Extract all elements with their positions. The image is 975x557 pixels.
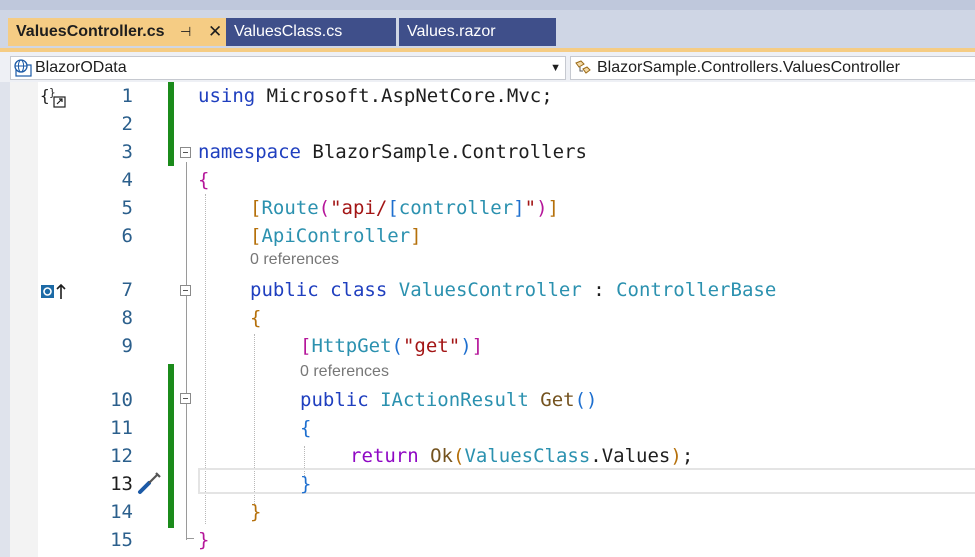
line-number: 12 bbox=[110, 445, 133, 467]
line-number: 8 bbox=[121, 307, 133, 329]
code-line[interactable]: 1 using Microsoft.AspNetCore.Mvc; bbox=[0, 82, 975, 110]
code-line[interactable]: 9 [HttpGet("get")] bbox=[0, 332, 975, 360]
line-number: 11 bbox=[110, 417, 133, 439]
navigation-bar: BlazorOData ▼ BlazorSample.Controllers.V… bbox=[0, 48, 975, 82]
code-line[interactable]: 11 { bbox=[0, 414, 975, 442]
code-line[interactable]: 8 { bbox=[0, 304, 975, 332]
code-text: public IActionResult Get() bbox=[300, 389, 598, 411]
code-text: [HttpGet("get")] bbox=[300, 335, 484, 357]
code-editor[interactable]: { } 1 using Microsoft.AspNetCore.Mvc; 2 … bbox=[0, 82, 975, 557]
pin-icon[interactable]: ⊣ bbox=[180, 18, 191, 46]
class-icon bbox=[575, 60, 591, 74]
type-dropdown[interactable]: BlazorSample.Controllers.ValuesControlle… bbox=[570, 56, 975, 80]
code-line-current[interactable]: 13 } bbox=[0, 470, 975, 498]
code-line[interactable]: 5 [Route("api/[controller]")] bbox=[0, 194, 975, 222]
code-lens[interactable]: 0 references bbox=[0, 248, 975, 272]
code-text: [Route("api/[controller]")] bbox=[250, 197, 559, 219]
line-number: 7 bbox=[121, 279, 133, 301]
code-line[interactable]: 2 bbox=[0, 110, 975, 138]
code-line[interactable]: 3 namespace BlazorSample.Controllers bbox=[0, 138, 975, 166]
line-number: 14 bbox=[110, 501, 133, 523]
code-text: { bbox=[198, 169, 210, 191]
line-number: 9 bbox=[121, 335, 133, 357]
line-number: 10 bbox=[110, 389, 133, 411]
line-number: 4 bbox=[121, 169, 133, 191]
line-number: 15 bbox=[110, 529, 133, 551]
project-dropdown[interactable]: BlazorOData ▼ bbox=[10, 56, 566, 80]
code-line[interactable]: 7 public class ValuesController : Contro… bbox=[0, 276, 975, 304]
code-text: using Microsoft.AspNetCore.Mvc; bbox=[198, 85, 553, 107]
code-text: return Ok(ValuesClass.Values); bbox=[350, 445, 694, 467]
globe-icon bbox=[14, 59, 32, 77]
document-tab-strip: ValuesController.cs ⊣ ✕ ValuesClass.cs V… bbox=[0, 0, 975, 48]
tab-values-razor[interactable]: Values.razor bbox=[399, 18, 556, 46]
code-line[interactable]: 10 public IActionResult Get() bbox=[0, 386, 975, 414]
code-text: [ApiController] bbox=[250, 225, 422, 247]
tab-values-controller[interactable]: ValuesController.cs ⊣ ✕ bbox=[8, 18, 226, 46]
tab-strip-top-border bbox=[0, 0, 975, 10]
code-text: namespace BlazorSample.Controllers bbox=[198, 141, 587, 163]
project-name: BlazorOData bbox=[35, 59, 127, 76]
chevron-down-icon: ▼ bbox=[550, 62, 561, 74]
references-count[interactable]: 0 references bbox=[250, 248, 339, 272]
line-number: 3 bbox=[121, 141, 133, 163]
tab-label: ValuesController.cs bbox=[16, 23, 165, 40]
code-text: { bbox=[300, 417, 312, 439]
code-line[interactable]: 14 } bbox=[0, 498, 975, 526]
line-number: 2 bbox=[121, 113, 133, 135]
references-count[interactable]: 0 references bbox=[300, 360, 389, 384]
line-number: 6 bbox=[121, 225, 133, 247]
code-line[interactable]: 4 { bbox=[0, 166, 975, 194]
line-number: 1 bbox=[121, 85, 133, 107]
code-text: } bbox=[198, 529, 210, 551]
code-text: public class ValuesController : Controll… bbox=[250, 279, 777, 301]
code-line[interactable]: 6 [ApiController] bbox=[0, 222, 975, 250]
type-path: BlazorSample.Controllers.ValuesControlle… bbox=[597, 59, 900, 76]
line-number: 13 bbox=[110, 473, 133, 495]
code-text: { bbox=[250, 307, 262, 329]
close-icon[interactable]: ✕ bbox=[208, 18, 222, 46]
code-lens[interactable]: 0 references bbox=[0, 360, 975, 384]
code-text: } bbox=[300, 473, 312, 495]
code-line[interactable]: 15 } bbox=[0, 526, 975, 554]
tab-label: ValuesClass.cs bbox=[234, 23, 343, 40]
code-text: } bbox=[250, 501, 262, 523]
tab-values-class[interactable]: ValuesClass.cs bbox=[226, 18, 396, 46]
tab-label: Values.razor bbox=[407, 23, 496, 40]
code-line[interactable]: 12 return Ok(ValuesClass.Values); bbox=[0, 442, 975, 470]
line-number: 5 bbox=[121, 197, 133, 219]
